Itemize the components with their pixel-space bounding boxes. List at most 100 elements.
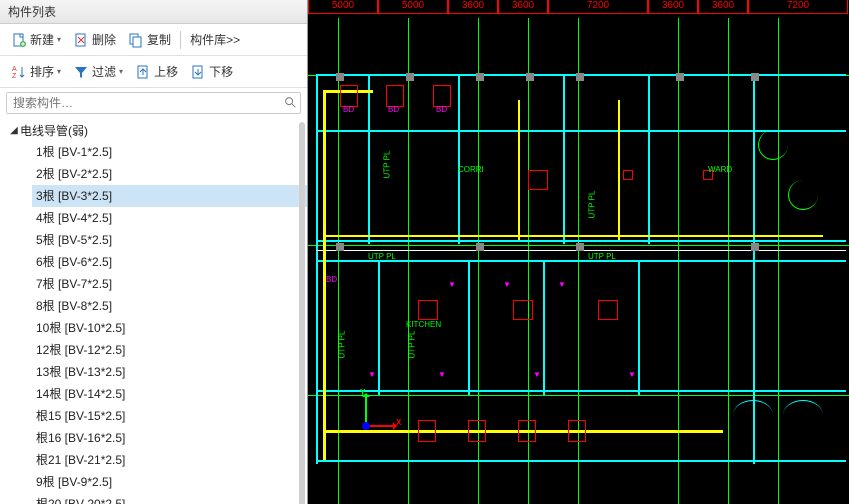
device-box — [386, 85, 404, 107]
delete-label: 删除 — [92, 31, 116, 48]
moveup-label: 上移 — [154, 63, 178, 80]
filter-label: 过滤 — [92, 63, 116, 80]
tree-item[interactable]: 5根 [BV-5*2.5] — [32, 229, 307, 251]
wall — [316, 74, 318, 464]
column — [476, 73, 484, 81]
room-label-ward: WARD — [708, 165, 732, 174]
room-label-utp: UTP PL — [407, 331, 416, 359]
tree-item[interactable]: 6根 [BV-6*2.5] — [32, 251, 307, 273]
room-label-kitchen: KITCHEN — [406, 320, 441, 329]
device-marker: ▼ — [438, 370, 446, 379]
axis-y-icon — [365, 395, 367, 425]
axis-x-label: X — [396, 418, 401, 427]
device-marker: ▼ — [558, 280, 566, 289]
device-bd: BD — [436, 105, 447, 114]
copy-button[interactable]: 复制 — [123, 28, 176, 51]
device-box — [513, 300, 533, 320]
dimension-ruler: 50005000360036007200360036007200 — [308, 0, 849, 18]
wall — [316, 240, 846, 242]
svg-text:A: A — [12, 66, 17, 73]
tree-item[interactable]: 12根 [BV-12*2.5] — [32, 339, 307, 361]
room-label-corridor: CORRI — [458, 165, 484, 174]
grid-line — [308, 395, 849, 396]
device-box — [340, 85, 358, 107]
tree-item[interactable]: 1根 [BV-1*2.5] — [32, 141, 307, 163]
tree-item[interactable]: 13根 [BV-13*2.5] — [32, 361, 307, 383]
copy-icon — [128, 32, 144, 48]
tree-item[interactable]: 2根 [BV-2*2.5] — [32, 163, 307, 185]
wall — [378, 260, 380, 395]
device-box — [418, 420, 436, 442]
ruler-segment: 5000 — [308, 0, 378, 14]
ruler-segment: 3600 — [648, 0, 698, 14]
room-label-utp: UTP PL — [368, 252, 396, 261]
delete-button[interactable]: 删除 — [68, 28, 121, 51]
device-bd: BD — [343, 105, 354, 114]
tree-item[interactable]: 根16 [BV-16*2.5] — [32, 427, 307, 449]
wall — [316, 390, 846, 392]
filter-button[interactable]: 过滤 ▾ — [68, 60, 128, 83]
panel-title: 构件列表 — [0, 0, 307, 24]
room-label-utp: UTP PL — [587, 191, 596, 219]
column — [751, 73, 759, 81]
device-box — [623, 170, 633, 180]
column — [751, 243, 759, 251]
tree-root-node[interactable]: ◢ 电线导管(弱) — [4, 120, 307, 141]
cad-viewport[interactable]: 50005000360036007200360036007200 — [308, 0, 849, 504]
library-label: 构件库>> — [190, 31, 240, 48]
tree-item[interactable]: 14根 [BV-14*2.5] — [32, 383, 307, 405]
collapse-icon[interactable]: ◢ — [8, 125, 20, 136]
library-button[interactable]: 构件库>> — [185, 28, 245, 51]
sort-label: 排序 — [30, 63, 54, 80]
column — [336, 243, 344, 251]
tree-item[interactable]: 10根 [BV-10*2.5] — [32, 317, 307, 339]
sort-button[interactable]: AZ 排序 ▾ — [6, 60, 66, 83]
movedown-icon — [190, 64, 206, 80]
tree-item[interactable]: 根15 [BV-15*2.5] — [32, 405, 307, 427]
ruler-segment: 3600 — [698, 0, 748, 14]
ruler-segment: 3600 — [498, 0, 548, 14]
column — [576, 243, 584, 251]
wall — [543, 260, 545, 395]
tree-children: 1根 [BV-1*2.5]2根 [BV-2*2.5]3根 [BV-3*2.5]4… — [4, 141, 307, 504]
tree-item[interactable]: 根20 [BV-20*2.5] — [32, 493, 307, 504]
tree-item[interactable]: 9根 [BV-9*2.5] — [32, 471, 307, 493]
column — [526, 73, 534, 81]
device-box — [433, 85, 451, 107]
device-box — [528, 170, 548, 190]
component-tree[interactable]: ◢ 电线导管(弱) 1根 [BV-1*2.5]2根 [BV-2*2.5]3根 [… — [0, 118, 307, 504]
filter-icon — [73, 64, 89, 80]
tree-item[interactable]: 7根 [BV-7*2.5] — [32, 273, 307, 295]
column — [576, 73, 584, 81]
door-arc — [733, 400, 773, 430]
ruler-segment: 3600 — [448, 0, 498, 14]
search-input[interactable] — [7, 93, 280, 113]
tree-item[interactable]: 根21 [BV-21*2.5] — [32, 449, 307, 471]
tree-item[interactable]: 4根 [BV-4*2.5] — [32, 207, 307, 229]
tree-item[interactable]: 8根 [BV-8*2.5] — [32, 295, 307, 317]
door-arc — [788, 180, 818, 210]
conduit — [618, 100, 620, 240]
new-button[interactable]: 新建 ▾ — [6, 28, 66, 51]
ruler-segment: 5000 — [378, 0, 448, 14]
room-label-utp: UTP PL — [382, 151, 391, 179]
new-label: 新建 — [30, 31, 54, 48]
svg-text:Z: Z — [12, 73, 17, 80]
search-icon[interactable] — [280, 95, 300, 112]
conduit — [323, 235, 823, 237]
wall — [316, 460, 846, 462]
device-marker: ▼ — [628, 370, 636, 379]
room-label-utp: UTP PL — [588, 252, 616, 261]
axis-origin-icon — [362, 422, 370, 430]
tree-item[interactable]: 3根 [BV-3*2.5] — [32, 185, 307, 207]
moveup-button[interactable]: 上移 — [130, 60, 183, 83]
toolbar-row-1: 新建 ▾ 删除 复制 构件库>> — [0, 24, 307, 56]
dropdown-icon: ▾ — [57, 35, 61, 44]
scrollbar[interactable] — [299, 122, 305, 504]
wall — [468, 260, 470, 395]
movedown-button[interactable]: 下移 — [185, 60, 238, 83]
room-label-utp: UTP PL — [337, 331, 346, 359]
moveup-icon — [135, 64, 151, 80]
separator — [180, 31, 181, 49]
column — [406, 73, 414, 81]
